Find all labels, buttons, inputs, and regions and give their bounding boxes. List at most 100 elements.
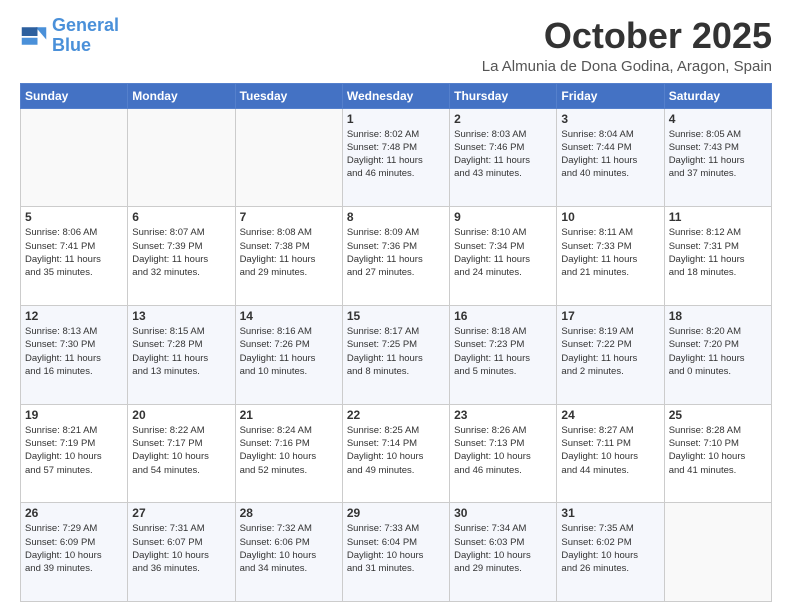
day-info: Sunrise: 8:10 AMSunset: 7:34 PMDaylight:… bbox=[454, 226, 552, 279]
calendar-cell-w2-d2: 14 Sunrise: 8:16 AMSunset: 7:26 PMDayligh… bbox=[235, 305, 342, 404]
day-number: 26 bbox=[25, 506, 123, 520]
day-number: 19 bbox=[25, 408, 123, 422]
month-title: October 2025 bbox=[482, 16, 772, 56]
day-info: Sunrise: 8:04 AMSunset: 7:44 PMDaylight:… bbox=[561, 128, 659, 181]
week-row-4: 26 Sunrise: 7:29 AMSunset: 6:09 PMDayligh… bbox=[21, 503, 772, 602]
day-number: 6 bbox=[132, 210, 230, 224]
calendar-cell-w1-d2: 7Sunrise: 8:08 AMSunset: 7:38 PMDaylight… bbox=[235, 207, 342, 306]
calendar-cell-w0-d4: 2 Sunrise: 8:03 AMSunset: 7:46 PMDaylight… bbox=[450, 108, 557, 207]
calendar-cell-w3-d6: 25 Sunrise: 8:28 AMSunset: 7:10 PMDayligh… bbox=[664, 404, 771, 503]
header: General Blue October 2025 La Almunia de … bbox=[20, 16, 772, 75]
location-title: La Almunia de Dona Godina, Aragon, Spain bbox=[482, 58, 772, 75]
header-monday: Monday bbox=[128, 83, 235, 108]
calendar-cell-w4-d5: 31 Sunrise: 7:35 AMSunset: 6:02 PMDayligh… bbox=[557, 503, 664, 602]
calendar-cell-w3-d1: 20 Sunrise: 8:22 AMSunset: 7:17 PMDayligh… bbox=[128, 404, 235, 503]
day-number: 15 bbox=[347, 309, 445, 323]
day-number: 12 bbox=[25, 309, 123, 323]
header-friday: Friday bbox=[557, 83, 664, 108]
title-block: October 2025 La Almunia de Dona Godina, … bbox=[482, 16, 772, 75]
day-number: 30 bbox=[454, 506, 552, 520]
day-number: 2 bbox=[454, 112, 552, 126]
calendar-cell-w4-d2: 28Sunrise: 7:32 AMSunset: 6:06 PMDayligh… bbox=[235, 503, 342, 602]
day-number: 13 bbox=[132, 309, 230, 323]
day-info: Sunrise: 7:31 AMSunset: 6:07 PMDaylight:… bbox=[132, 522, 230, 575]
header-thursday: Thursday bbox=[450, 83, 557, 108]
week-row-3: 19 Sunrise: 8:21 AMSunset: 7:19 PMDayligh… bbox=[21, 404, 772, 503]
calendar-cell-w4-d6 bbox=[664, 503, 771, 602]
calendar-cell-w4-d4: 30Sunrise: 7:34 AMSunset: 6:03 PMDayligh… bbox=[450, 503, 557, 602]
day-info: Sunrise: 8:11 AMSunset: 7:33 PMDaylight:… bbox=[561, 226, 659, 279]
week-row-1: 5 Sunrise: 8:06 AMSunset: 7:41 PMDaylight… bbox=[21, 207, 772, 306]
day-number: 7 bbox=[240, 210, 338, 224]
week-row-2: 12 Sunrise: 8:13 AMSunset: 7:30 PMDayligh… bbox=[21, 305, 772, 404]
day-number: 23 bbox=[454, 408, 552, 422]
page: General Blue October 2025 La Almunia de … bbox=[0, 0, 792, 612]
calendar-cell-w0-d2 bbox=[235, 108, 342, 207]
day-info: Sunrise: 8:02 AMSunset: 7:48 PMDaylight:… bbox=[347, 128, 445, 181]
day-number: 18 bbox=[669, 309, 767, 323]
day-info: Sunrise: 8:27 AMSunset: 7:11 PMDaylight:… bbox=[561, 424, 659, 477]
day-number: 21 bbox=[240, 408, 338, 422]
header-tuesday: Tuesday bbox=[235, 83, 342, 108]
day-info: Sunrise: 8:06 AMSunset: 7:41 PMDaylight:… bbox=[25, 226, 123, 279]
day-info: Sunrise: 8:17 AMSunset: 7:25 PMDaylight:… bbox=[347, 325, 445, 378]
day-info: Sunrise: 8:16 AMSunset: 7:26 PMDaylight:… bbox=[240, 325, 338, 378]
calendar-cell-w0-d3: 1 Sunrise: 8:02 AMSunset: 7:48 PMDaylight… bbox=[342, 108, 449, 207]
day-number: 16 bbox=[454, 309, 552, 323]
day-info: Sunrise: 8:20 AMSunset: 7:20 PMDaylight:… bbox=[669, 325, 767, 378]
day-info: Sunrise: 8:25 AMSunset: 7:14 PMDaylight:… bbox=[347, 424, 445, 477]
calendar-cell-w0-d6: 4 Sunrise: 8:05 AMSunset: 7:43 PMDaylight… bbox=[664, 108, 771, 207]
header-saturday: Saturday bbox=[664, 83, 771, 108]
calendar-cell-w2-d0: 12 Sunrise: 8:13 AMSunset: 7:30 PMDayligh… bbox=[21, 305, 128, 404]
calendar-cell-w0-d5: 3 Sunrise: 8:04 AMSunset: 7:44 PMDaylight… bbox=[557, 108, 664, 207]
day-info: Sunrise: 8:22 AMSunset: 7:17 PMDaylight:… bbox=[132, 424, 230, 477]
calendar-cell-w4-d1: 27Sunrise: 7:31 AMSunset: 6:07 PMDayligh… bbox=[128, 503, 235, 602]
day-info: Sunrise: 8:18 AMSunset: 7:23 PMDaylight:… bbox=[454, 325, 552, 378]
day-number: 11 bbox=[669, 210, 767, 224]
calendar-cell-w2-d4: 16 Sunrise: 8:18 AMSunset: 7:23 PMDayligh… bbox=[450, 305, 557, 404]
calendar-cell-w2-d5: 17Sunrise: 8:19 AMSunset: 7:22 PMDayligh… bbox=[557, 305, 664, 404]
calendar-cell-w1-d5: 10 Sunrise: 8:11 AMSunset: 7:33 PMDayligh… bbox=[557, 207, 664, 306]
day-number: 14 bbox=[240, 309, 338, 323]
day-info: Sunrise: 8:09 AMSunset: 7:36 PMDaylight:… bbox=[347, 226, 445, 279]
calendar-cell-w0-d0 bbox=[21, 108, 128, 207]
day-number: 8 bbox=[347, 210, 445, 224]
day-info: Sunrise: 8:03 AMSunset: 7:46 PMDaylight:… bbox=[454, 128, 552, 181]
day-info: Sunrise: 8:07 AMSunset: 7:39 PMDaylight:… bbox=[132, 226, 230, 279]
day-info: Sunrise: 8:24 AMSunset: 7:16 PMDaylight:… bbox=[240, 424, 338, 477]
day-number: 28 bbox=[240, 506, 338, 520]
day-number: 25 bbox=[669, 408, 767, 422]
day-info: Sunrise: 8:05 AMSunset: 7:43 PMDaylight:… bbox=[669, 128, 767, 181]
day-number: 4 bbox=[669, 112, 767, 126]
day-info: Sunrise: 8:21 AMSunset: 7:19 PMDaylight:… bbox=[25, 424, 123, 477]
calendar-cell-w2-d3: 15 Sunrise: 8:17 AMSunset: 7:25 PMDayligh… bbox=[342, 305, 449, 404]
calendar-cell-w3-d4: 23Sunrise: 8:26 AMSunset: 7:13 PMDayligh… bbox=[450, 404, 557, 503]
day-number: 10 bbox=[561, 210, 659, 224]
calendar-cell-w0-d1 bbox=[128, 108, 235, 207]
day-info: Sunrise: 7:33 AMSunset: 6:04 PMDaylight:… bbox=[347, 522, 445, 575]
logo-icon bbox=[20, 22, 48, 50]
calendar-cell-w3-d2: 21 Sunrise: 8:24 AMSunset: 7:16 PMDayligh… bbox=[235, 404, 342, 503]
day-info: Sunrise: 7:35 AMSunset: 6:02 PMDaylight:… bbox=[561, 522, 659, 575]
day-number: 29 bbox=[347, 506, 445, 520]
day-number: 5 bbox=[25, 210, 123, 224]
day-info: Sunrise: 8:13 AMSunset: 7:30 PMDaylight:… bbox=[25, 325, 123, 378]
day-info: Sunrise: 8:15 AMSunset: 7:28 PMDaylight:… bbox=[132, 325, 230, 378]
day-number: 22 bbox=[347, 408, 445, 422]
logo-blue: Blue bbox=[52, 35, 91, 55]
logo: General Blue bbox=[20, 16, 119, 56]
day-number: 9 bbox=[454, 210, 552, 224]
day-info: Sunrise: 8:19 AMSunset: 7:22 PMDaylight:… bbox=[561, 325, 659, 378]
day-number: 3 bbox=[561, 112, 659, 126]
day-info: Sunrise: 7:29 AMSunset: 6:09 PMDaylight:… bbox=[25, 522, 123, 575]
calendar-cell-w1-d6: 11 Sunrise: 8:12 AMSunset: 7:31 PMDayligh… bbox=[664, 207, 771, 306]
calendar-cell-w3-d0: 19 Sunrise: 8:21 AMSunset: 7:19 PMDayligh… bbox=[21, 404, 128, 503]
weekday-header-row: Sunday Monday Tuesday Wednesday Thursday… bbox=[21, 83, 772, 108]
day-number: 1 bbox=[347, 112, 445, 126]
calendar-cell-w1-d4: 9 Sunrise: 8:10 AMSunset: 7:34 PMDaylight… bbox=[450, 207, 557, 306]
day-number: 20 bbox=[132, 408, 230, 422]
calendar-cell-w2-d6: 18 Sunrise: 8:20 AMSunset: 7:20 PMDayligh… bbox=[664, 305, 771, 404]
day-info: Sunrise: 8:28 AMSunset: 7:10 PMDaylight:… bbox=[669, 424, 767, 477]
day-info: Sunrise: 8:12 AMSunset: 7:31 PMDaylight:… bbox=[669, 226, 767, 279]
day-number: 31 bbox=[561, 506, 659, 520]
